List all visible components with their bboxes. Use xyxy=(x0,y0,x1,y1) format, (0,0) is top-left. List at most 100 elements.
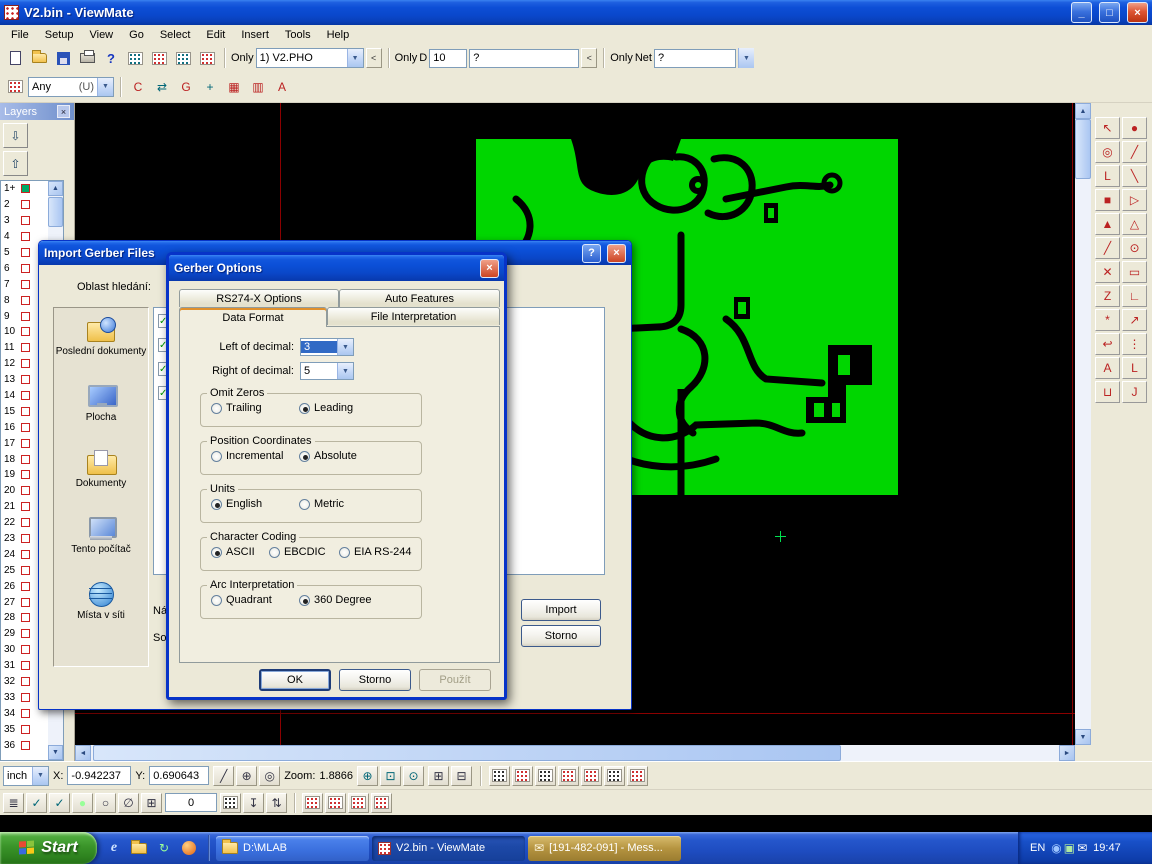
ok-button[interactable]: OK xyxy=(259,669,331,691)
import-button[interactable]: Import xyxy=(521,599,601,621)
anchor-pattern-icon[interactable] xyxy=(4,76,26,98)
layer-swatch[interactable] xyxy=(21,534,30,543)
layer-swatch[interactable] xyxy=(21,455,30,464)
letter-a-icon[interactable]: A xyxy=(271,76,293,98)
layer-prev-button[interactable]: < xyxy=(366,48,382,68)
play-icon[interactable]: ▷ xyxy=(1122,189,1147,211)
scroll-up-icon[interactable]: ▲ xyxy=(48,181,63,196)
import-cancel-button[interactable]: Storno xyxy=(521,625,601,647)
zoom-window-icon[interactable]: ◎ xyxy=(1095,141,1120,163)
radio-trailing[interactable]: Trailing xyxy=(211,402,299,414)
dialog-close-button[interactable]: × xyxy=(607,244,626,263)
tab-file-interpretation[interactable]: File Interpretation xyxy=(327,307,500,325)
slash-icon[interactable]: ╲ xyxy=(1122,165,1147,187)
crosshair-icon[interactable]: + xyxy=(199,76,221,98)
layer-swatch[interactable] xyxy=(21,216,30,225)
tab-data-format[interactable]: Data Format xyxy=(179,307,327,327)
layer-swatch[interactable] xyxy=(21,709,30,718)
measure-diagonal-icon[interactable]: ╱ xyxy=(213,766,234,786)
layer-swatch[interactable] xyxy=(21,248,30,257)
anchor-icon[interactable]: ↧ xyxy=(243,793,264,813)
radio-absolute[interactable]: Absolute xyxy=(299,450,357,462)
layer-swatch[interactable] xyxy=(21,661,30,670)
via-display-icon[interactable] xyxy=(535,766,556,786)
radio-ebcdic[interactable]: EBCDIC xyxy=(269,546,339,558)
layer-stack-icon[interactable]: ≣ xyxy=(3,793,24,813)
select-pattern-icon[interactable] xyxy=(581,766,602,786)
layer-select[interactable]: 1) V2.PHO ▼ xyxy=(256,48,364,68)
layer-swatch[interactable] xyxy=(21,741,30,750)
z-order-icon[interactable]: Z xyxy=(1095,285,1120,307)
layer-swatch[interactable] xyxy=(21,423,30,432)
select-cursor-icon[interactable]: ↖ xyxy=(1095,117,1120,139)
layer-swatch[interactable] xyxy=(21,296,30,305)
layer-swatch[interactable] xyxy=(21,391,30,400)
layer-swatch[interactable] xyxy=(21,693,30,702)
radio-ascii[interactable]: ASCII xyxy=(211,546,269,558)
text-a-icon[interactable]: A xyxy=(1095,357,1120,379)
scroll-left-icon[interactable]: ◄ xyxy=(75,745,91,761)
place-documents[interactable]: Dokumenty xyxy=(54,440,148,506)
explorer-folder-icon[interactable] xyxy=(130,839,148,857)
context-help-icon[interactable]: ? xyxy=(100,47,122,69)
layer-swatch[interactable] xyxy=(21,312,30,321)
layer-swatch[interactable] xyxy=(21,645,30,654)
menu-item-insert[interactable]: Insert xyxy=(233,27,277,43)
radio-eia-rs244[interactable]: EIA RS-244 xyxy=(339,546,411,558)
dcode-prev-button[interactable]: < xyxy=(581,48,597,68)
menu-item-view[interactable]: View xyxy=(81,27,121,43)
cut-icon[interactable]: ✕ xyxy=(1095,261,1120,283)
ie-icon[interactable]: e xyxy=(105,839,123,857)
start-button[interactable]: Start xyxy=(0,832,97,864)
draw-arrow-icon[interactable]: ↗ xyxy=(1122,309,1147,331)
left-decimal-select[interactable]: 3 ▼ xyxy=(300,338,354,356)
menu-item-setup[interactable]: Setup xyxy=(37,27,82,43)
pad-dot-icon[interactable]: ● xyxy=(1122,117,1147,139)
grid-small-icon[interactable]: ⊞ xyxy=(141,793,162,813)
pad-display-icon[interactable] xyxy=(489,766,510,786)
clock[interactable]: 19:47 xyxy=(1093,842,1121,854)
maximize-button[interactable]: □ xyxy=(1099,2,1120,23)
double-check-icon[interactable]: ✓ xyxy=(49,793,70,813)
right-decimal-select[interactable]: 5 ▼ xyxy=(300,362,354,380)
red-pattern4-icon[interactable] xyxy=(371,793,392,813)
radio-incremental[interactable]: Incremental xyxy=(211,450,299,462)
star-icon[interactable]: * xyxy=(1095,309,1120,331)
radio-english[interactable]: English xyxy=(211,498,299,510)
canvas-hscrollbar[interactable]: ◄ ► xyxy=(75,745,1075,761)
tab-rs274x-options[interactable]: RS274-X Options xyxy=(179,289,339,307)
layers-close-icon[interactable]: × xyxy=(57,105,70,118)
menu-item-file[interactable]: File xyxy=(3,27,37,43)
rect-fill-icon[interactable]: ■ xyxy=(1095,189,1120,211)
new-file-icon[interactable] xyxy=(4,47,26,69)
layer-swatch[interactable] xyxy=(21,200,30,209)
layer-swatch[interactable] xyxy=(21,518,30,527)
canvas-vscrollbar[interactable]: ▲ ▼ xyxy=(1075,103,1091,745)
text-l-icon[interactable]: L xyxy=(1122,357,1147,379)
circle-pad-icon[interactable]: ⊙ xyxy=(1122,237,1147,259)
u-shape-icon[interactable]: ⊔ xyxy=(1095,381,1120,403)
film-box-icon[interactable] xyxy=(196,47,218,69)
red-pattern1-icon[interactable] xyxy=(302,793,323,813)
layer-swatch[interactable] xyxy=(21,343,30,352)
move-layer-up-icon[interactable]: ⇧ xyxy=(3,151,28,176)
cancel-button[interactable]: Storno xyxy=(339,669,411,691)
print-icon[interactable] xyxy=(76,47,98,69)
dcode-input[interactable] xyxy=(429,49,467,68)
x-coordinate-input[interactable] xyxy=(67,766,131,785)
h-pattern-icon[interactable]: ▦ xyxy=(223,76,245,98)
layer-table-icon[interactable] xyxy=(172,47,194,69)
layer-swatch[interactable] xyxy=(21,502,30,511)
place-recent-documents[interactable]: Poslední dokumenty xyxy=(54,308,148,374)
refresh-icon[interactable]: ↻ xyxy=(155,839,173,857)
swap-arrows-icon[interactable]: ⇄ xyxy=(151,76,173,98)
scroll-thumb[interactable] xyxy=(1075,119,1091,179)
zoom-point-icon[interactable]: ⊙ xyxy=(403,766,424,786)
chevron-down-icon[interactable]: ▼ xyxy=(97,78,113,96)
layer-swatch[interactable] xyxy=(21,566,30,575)
browser-ball-icon[interactable] xyxy=(180,839,198,857)
check-icon[interactable]: ✓ xyxy=(26,793,47,813)
layer-swatch[interactable] xyxy=(21,613,30,622)
tab-auto-features[interactable]: Auto Features xyxy=(339,289,500,307)
dcode-table-icon[interactable] xyxy=(148,47,170,69)
